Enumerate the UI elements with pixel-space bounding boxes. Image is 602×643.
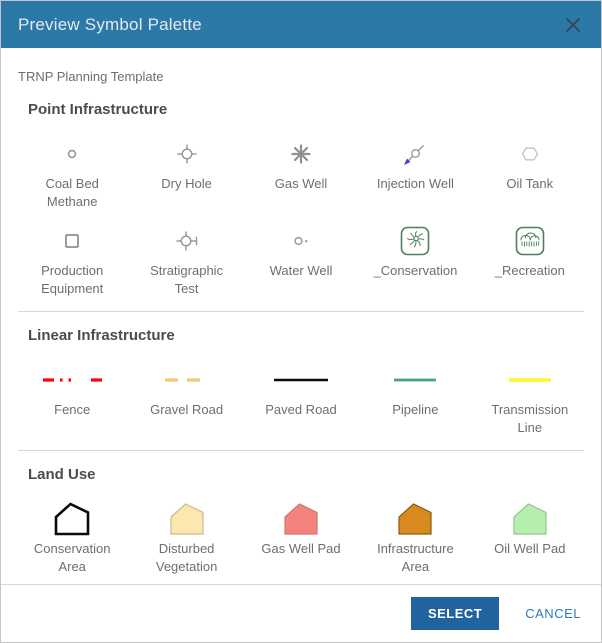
- symbol-item: _Conservation: [358, 220, 472, 297]
- symbol-grid: Conservation Area Disturbed Vegetation G…: [1, 498, 601, 584]
- coal-bed-methane-symbol: [52, 133, 92, 175]
- dry-hole-symbol: [167, 133, 207, 175]
- symbol-item: Paved Road: [244, 359, 358, 436]
- symbol-item: Oil Tank: [473, 133, 587, 210]
- symbol-item: Stratigraphic Test: [129, 220, 243, 297]
- symbol-label: Water Well: [270, 262, 333, 280]
- select-button[interactable]: SELECT: [411, 597, 499, 630]
- land-polygon-symbol: [507, 498, 553, 540]
- cancel-button[interactable]: CANCEL: [525, 606, 581, 621]
- symbol-item: Dry Hole: [129, 133, 243, 210]
- symbol-label: Oil Well Pad: [494, 540, 565, 558]
- gas-well-symbol: [281, 133, 321, 175]
- symbol-item: Gravel Road: [129, 359, 243, 436]
- oil-tank-symbol: [510, 133, 550, 175]
- injection-well-symbol: [395, 133, 435, 175]
- dialog-header: Preview Symbol Palette: [1, 1, 601, 48]
- close-icon[interactable]: [562, 14, 584, 36]
- dialog-body: TRNP Planning Template Point Infrastruct…: [1, 48, 601, 584]
- stratigraphic-test-symbol: [167, 220, 207, 262]
- gravel-road-line-symbol: [147, 359, 227, 401]
- symbol-label: Oil Tank: [506, 175, 553, 193]
- symbol-label: Paved Road: [265, 401, 337, 419]
- symbol-item: Injection Well: [358, 133, 472, 210]
- symbol-grid: Coal Bed Methane Dry Hole Gas Well Injec…: [1, 133, 601, 307]
- symbol-label: Coal Bed Methane: [23, 175, 121, 210]
- symbol-label: _Conservation: [373, 262, 457, 280]
- symbol-label: Fence: [54, 401, 90, 419]
- symbol-item: Infrastructure Area: [358, 498, 472, 575]
- land-polygon-symbol: [392, 498, 438, 540]
- section-heading: Point Infrastructure: [28, 101, 584, 118]
- dialog-title: Preview Symbol Palette: [18, 15, 202, 35]
- water-well-symbol: [281, 220, 321, 262]
- symbol-label: _Recreation: [495, 262, 565, 280]
- symbol-label: Injection Well: [377, 175, 454, 193]
- symbol-label: Pipeline: [392, 401, 438, 419]
- symbol-item: Pipeline: [358, 359, 472, 436]
- paved-road-line-symbol: [261, 359, 341, 401]
- symbol-item: Gas Well: [244, 133, 358, 210]
- symbol-label: Disturbed Vegetation: [138, 540, 236, 575]
- symbol-item: Disturbed Vegetation: [129, 498, 243, 575]
- symbol-item: _Recreation: [473, 220, 587, 297]
- preview-symbol-palette-dialog: Preview Symbol Palette TRNP Planning Tem…: [0, 0, 602, 643]
- symbol-item: Water Well: [244, 220, 358, 297]
- pipeline-line-symbol: [375, 359, 455, 401]
- symbol-label: Transmission Line: [481, 401, 579, 436]
- production-equipment-symbol: [52, 220, 92, 262]
- symbol-item: Production Equipment: [15, 220, 129, 297]
- symbol-label: Gas Well Pad: [261, 540, 340, 558]
- recreation-point-symbol: [510, 220, 550, 262]
- symbol-item: Gas Well Pad: [244, 498, 358, 575]
- section-divider: [18, 311, 584, 312]
- dialog-footer: SELECT CANCEL: [1, 584, 601, 642]
- symbol-grid: Fence Gravel Road Paved Road Pipeline Tr…: [1, 359, 601, 446]
- symbol-item: Conservation Area: [15, 498, 129, 575]
- section-divider: [18, 450, 584, 451]
- fence-line-symbol: [32, 359, 112, 401]
- symbol-label: Conservation Area: [23, 540, 121, 575]
- symbol-label: Production Equipment: [23, 262, 121, 297]
- symbol-label: Infrastructure Area: [366, 540, 464, 575]
- symbol-item: Fence: [15, 359, 129, 436]
- transmission-line-symbol: [490, 359, 570, 401]
- symbol-label: Gas Well: [275, 175, 328, 193]
- conservation-point-symbol: [395, 220, 435, 262]
- symbol-label: Gravel Road: [150, 401, 223, 419]
- land-polygon-symbol: [49, 498, 95, 540]
- symbol-item: Coal Bed Methane: [15, 133, 129, 210]
- land-polygon-symbol: [164, 498, 210, 540]
- symbol-label: Dry Hole: [161, 175, 212, 193]
- symbol-item: Transmission Line: [473, 359, 587, 436]
- template-name: TRNP Planning Template: [1, 48, 601, 86]
- section-heading: Land Use: [28, 466, 584, 483]
- sections-container: Point Infrastructure Coal Bed Methane Dr…: [1, 86, 601, 584]
- symbol-item: Oil Well Pad: [473, 498, 587, 575]
- section-heading: Linear Infrastructure: [28, 327, 584, 344]
- symbol-label: Stratigraphic Test: [138, 262, 236, 297]
- land-polygon-symbol: [278, 498, 324, 540]
